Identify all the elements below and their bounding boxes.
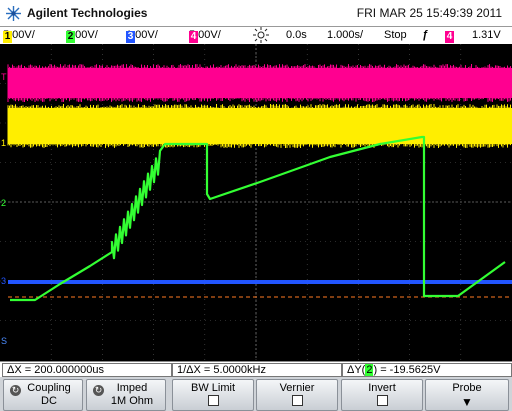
waveform-display[interactable]: T 1 2 3 S <box>0 44 512 360</box>
coupling-label: Coupling <box>4 382 82 394</box>
channel-4-number: 4 <box>189 31 198 43</box>
channel-1-scale[interactable]: 1 5.00V/ <box>3 29 35 41</box>
probe-softkey[interactable]: Probe ▼ <box>425 379 509 411</box>
channel-3-trace <box>8 280 512 284</box>
invert-checkbox[interactable] <box>342 395 422 409</box>
channel-2-marker: 2 <box>1 198 6 208</box>
delta-x-readout: ΔX = 200.000000us <box>2 363 172 377</box>
delay-value[interactable]: 0.0s <box>286 29 307 41</box>
cursor-measurements: ΔX = 200.000000us 1/ΔX = 5.0000kHz ΔY(2)… <box>0 361 512 377</box>
bw-limit-checkbox[interactable] <box>173 395 253 409</box>
channel-1-marker: 1 <box>1 138 6 148</box>
bw-limit-label: BW Limit <box>173 382 253 394</box>
brand-name: Agilent Technologies <box>27 6 147 20</box>
inverse-delta-x-readout: 1/ΔX = 5.0000kHz <box>172 363 342 377</box>
vernier-softkey[interactable]: Vernier <box>256 379 338 411</box>
invert-label: Invert <box>342 382 422 394</box>
channel-2-scale[interactable]: 2 5.00V/ <box>66 29 98 41</box>
channel-2-number: 2 <box>66 31 75 43</box>
coupling-value: DC <box>4 395 82 407</box>
invert-softkey[interactable]: Invert <box>341 379 423 411</box>
trigger-level[interactable]: 1.31V <box>472 29 501 41</box>
trigger-slope-icon: ƒ <box>422 29 428 41</box>
submenu-arrow-icon: ▼ <box>426 395 508 409</box>
trigger-source-number: 4 <box>445 31 454 43</box>
probe-label: Probe <box>426 382 508 394</box>
timebase-value[interactable]: 1.000s/ <box>327 29 363 41</box>
softkey-bar: ↻ Coupling DC ↻ Imped 1M Ohm BW Limit Ve… <box>0 377 512 411</box>
status-bar: 1 5.00V/ 2 5.00V/ 3 1.00V/ 4 5.00V/ 0.0s 1.0… <box>0 26 512 44</box>
bw-limit-softkey[interactable]: BW Limit <box>172 379 254 411</box>
channel-1-number: 1 <box>3 31 12 43</box>
run-state: Stop <box>384 29 407 41</box>
channel-4-scale[interactable]: 4 5.00V/ <box>189 29 221 41</box>
delta-y-value: ) = -19.5625V <box>373 364 440 376</box>
cursor-marker: S <box>1 336 7 346</box>
vernier-checkbox[interactable] <box>257 395 337 409</box>
impedance-label: Imped <box>87 382 165 394</box>
impedance-value: 1M Ohm <box>87 395 165 407</box>
coupling-softkey[interactable]: ↻ Coupling DC <box>3 379 83 411</box>
datetime: FRI MAR 25 15:49:39 2011 <box>357 6 502 20</box>
impedance-softkey[interactable]: ↻ Imped 1M Ohm <box>86 379 166 411</box>
delta-y-prefix: ΔY( <box>347 364 365 376</box>
channel-3-number: 3 <box>126 31 135 43</box>
header-bar: Agilent Technologies FRI MAR 25 15:49:39… <box>0 0 512 26</box>
channel-3-marker: 3 <box>1 276 6 286</box>
channel-4-marker: T <box>1 72 7 82</box>
vernier-label: Vernier <box>257 382 337 394</box>
channel-3-scale[interactable]: 3 1.00V/ <box>126 29 158 41</box>
delta-y-readout: ΔY(2) = -19.5625V <box>342 363 512 377</box>
agilent-logo-icon <box>5 5 22 22</box>
